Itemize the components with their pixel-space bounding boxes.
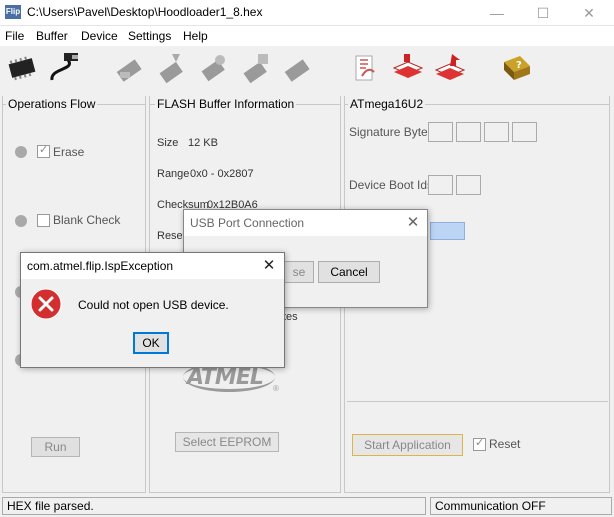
title-bar: Flip C:\Users\Pavel\Desktop\Hoodloader1_… <box>0 0 614 26</box>
usb-dialog-cancel-button[interactable]: Cancel <box>318 261 380 283</box>
save-icon[interactable] <box>432 50 468 86</box>
chip-icon[interactable] <box>4 50 40 86</box>
error-icon <box>30 288 62 320</box>
buffer-edit-icon[interactable] <box>390 50 426 86</box>
menu-device[interactable]: Device <box>81 29 118 43</box>
error-message: Could not open USB device. <box>78 298 229 312</box>
load-hex-icon[interactable] <box>348 50 384 86</box>
read-icon[interactable] <box>238 50 274 86</box>
run-button[interactable]: Run <box>31 437 80 457</box>
size-label: Size <box>157 137 179 149</box>
highlighted-field <box>430 222 465 240</box>
blank-check-icon[interactable] <box>280 50 316 86</box>
isp-exception-dialog: com.atmel.flip.IspException ✕ Could not … <box>20 252 285 368</box>
minimize-button[interactable]: — <box>474 0 520 26</box>
boot-id-2 <box>456 175 481 195</box>
boot-id-1 <box>428 175 453 195</box>
blank-check-label: Blank Check <box>53 213 121 227</box>
start-application-button[interactable]: Start Application <box>352 434 463 456</box>
erase-label: Erase <box>53 145 85 159</box>
communication-status: Communication OFF <box>430 497 612 515</box>
range-value: 0x0 - 0x2807 <box>190 168 254 180</box>
error-ok-button[interactable]: OK <box>133 332 169 354</box>
blank-check-checkbox[interactable] <box>37 214 50 227</box>
device-panel-divider <box>347 401 608 402</box>
help-book-icon[interactable]: ? <box>498 50 534 86</box>
select-eeprom-button[interactable]: Select EEPROM <box>175 432 279 452</box>
status-bar: HEX file parsed. Communication OFF <box>0 495 614 517</box>
signature-byte-4 <box>512 122 537 142</box>
atmel-logo-text: ATMEL <box>187 365 264 390</box>
isp-exception-title: com.atmel.flip.IspException <box>21 253 284 279</box>
signature-byte-1 <box>428 122 453 142</box>
window-title: C:\Users\Pavel\Desktop\Hoodloader1_8.hex <box>27 5 263 19</box>
flash-buffer-title: FLASH Buffer Information <box>155 97 297 111</box>
menu-bar: File Buffer Device Settings Help <box>0 26 614 46</box>
erase-checkbox[interactable] <box>37 143 50 158</box>
menu-file[interactable]: File <box>5 29 24 43</box>
error-dialog-close-icon[interactable]: ✕ <box>254 253 284 279</box>
signature-byte-2 <box>456 122 481 142</box>
close-button[interactable]: ✕ <box>566 0 612 26</box>
verify-icon[interactable] <box>196 50 232 86</box>
flip-app-icon: Flip <box>5 5 21 19</box>
toolbar: ? <box>0 46 614 92</box>
signature-bytes-label: Signature Bytes <box>349 125 434 139</box>
erase-icon[interactable] <box>112 50 148 86</box>
range-label: Range <box>157 168 190 180</box>
usb-dialog-partial-button[interactable]: se <box>284 261 314 283</box>
usb-cable-icon[interactable] <box>46 50 82 86</box>
usb-dialog-close-icon[interactable]: ✕ <box>398 210 428 236</box>
maximize-button[interactable]: ☐ <box>520 0 566 26</box>
menu-help[interactable]: Help <box>183 29 208 43</box>
reset-checkbox[interactable] <box>473 436 486 451</box>
operations-flow-title: Operations Flow <box>6 97 98 111</box>
svg-text:?: ? <box>516 60 522 71</box>
erase-status-led <box>15 146 27 158</box>
reset-label-partial: Reset <box>157 230 186 242</box>
atmel-logo-mark: ® <box>273 384 279 393</box>
menu-buffer[interactable]: Buffer <box>36 29 68 43</box>
blank-check-status-led <box>15 215 27 227</box>
bytes-label-partial: tes <box>283 311 298 323</box>
signature-byte-3 <box>484 122 509 142</box>
device-boot-ids-label: Device Boot Ids <box>349 178 434 192</box>
size-value: 12 KB <box>188 137 218 149</box>
status-message: HEX file parsed. <box>2 497 426 515</box>
device-panel-title: ATmega16U2 <box>348 97 426 111</box>
reset-label: Reset <box>489 437 521 451</box>
usb-port-dialog-title: USB Port Connection <box>184 210 427 236</box>
program-icon[interactable] <box>154 50 190 86</box>
menu-settings[interactable]: Settings <box>128 29 171 43</box>
